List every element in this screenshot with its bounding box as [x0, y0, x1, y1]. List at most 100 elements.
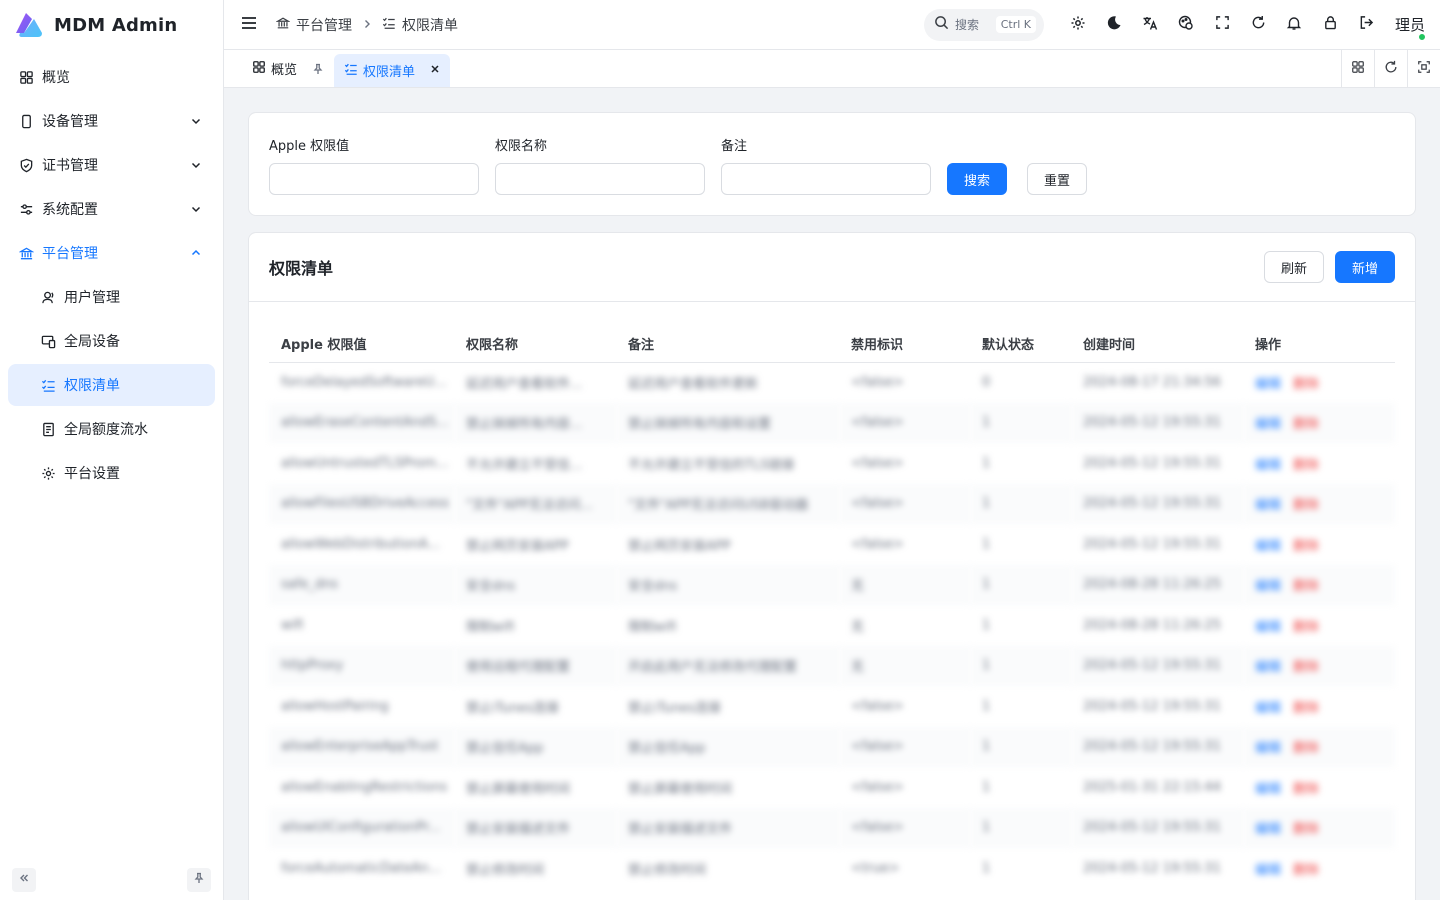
- sliders-icon: [18, 201, 34, 217]
- edit-link[interactable]: 编辑: [1255, 660, 1281, 675]
- filter-label: 权限名称: [495, 139, 548, 154]
- add-permission-button[interactable]: 新增: [1335, 251, 1395, 283]
- tab-bar: 概览 权限清单: [224, 50, 1440, 88]
- edit-link[interactable]: 编辑: [1255, 539, 1281, 554]
- language-button[interactable]: [1132, 7, 1168, 43]
- settings-button[interactable]: [1060, 7, 1096, 43]
- sidebar-item-permission-list[interactable]: 权限清单: [8, 364, 215, 406]
- sidebar-item-label: 平台管理: [42, 246, 98, 262]
- sidebar-item-certificate-management[interactable]: 证书管理: [8, 144, 215, 186]
- menu-toggle-button[interactable]: [240, 16, 258, 34]
- cell-disabled-flag: <false>: [839, 402, 970, 443]
- cell-remark: 禁止修改时间: [628, 862, 707, 878]
- close-icon[interactable]: [430, 63, 440, 78]
- refresh-list-button[interactable]: 刷新: [1264, 251, 1324, 283]
- table-row: forceDelayedSoftwareU... 延迟用户查看软件... 延迟用…: [269, 362, 1395, 403]
- delete-link[interactable]: 删除: [1293, 620, 1319, 635]
- lock-icon: [1323, 15, 1338, 34]
- sidebar-item-quota-ledger[interactable]: 全局额度流水: [8, 408, 215, 450]
- cell-created-at: 2024-05-12 19:55:31: [1071, 726, 1243, 767]
- sidebar-item-overview[interactable]: 概览: [8, 56, 215, 98]
- edit-link[interactable]: 编辑: [1255, 701, 1281, 716]
- tab-maximize-button[interactable]: [1407, 50, 1440, 87]
- delete-link[interactable]: 删除: [1293, 822, 1319, 837]
- delete-link[interactable]: 删除: [1293, 377, 1319, 392]
- permission-name-input[interactable]: [495, 163, 705, 195]
- edit-link[interactable]: 编辑: [1255, 417, 1281, 432]
- color-theme-button[interactable]: [1168, 7, 1204, 43]
- column-header[interactable]: 创建时间: [1071, 325, 1243, 363]
- logout-button[interactable]: [1348, 7, 1384, 43]
- sidebar-item-user-management[interactable]: 用户管理: [8, 276, 215, 318]
- delete-link[interactable]: 删除: [1293, 458, 1319, 473]
- maximize-icon: [1417, 60, 1431, 78]
- cell-remark: 禁止信任App: [616, 726, 839, 767]
- lock-screen-button[interactable]: [1312, 7, 1348, 43]
- cell-default-state: 1: [982, 617, 991, 633]
- delete-link[interactable]: 删除: [1293, 579, 1319, 594]
- grid-icon: [1351, 60, 1365, 78]
- cell-default-state: 1: [970, 726, 1071, 767]
- theme-toggle-button[interactable]: [1096, 7, 1132, 43]
- remark-input[interactable]: [721, 163, 931, 195]
- cell-permission-name: 禁止抹掉所有内容...: [454, 402, 616, 443]
- cell-created-at: 2024-08-28 11:26:25: [1071, 564, 1243, 605]
- delete-link[interactable]: 删除: [1293, 539, 1319, 554]
- checklist-icon: [382, 16, 396, 34]
- notifications-button[interactable]: [1276, 7, 1312, 43]
- pin-sidebar-button[interactable]: [187, 868, 211, 892]
- edit-link[interactable]: 编辑: [1255, 782, 1281, 797]
- edit-link[interactable]: 编辑: [1255, 863, 1281, 878]
- user-avatar[interactable]: 理员: [1394, 8, 1426, 41]
- delete-link[interactable]: 删除: [1293, 701, 1319, 716]
- sidebar-item-platform-settings[interactable]: 平台设置: [8, 452, 215, 494]
- edit-link[interactable]: 编辑: [1255, 822, 1281, 837]
- edit-link[interactable]: 编辑: [1255, 377, 1281, 392]
- apple-permission-input[interactable]: [269, 163, 479, 195]
- search-icon: [934, 15, 949, 34]
- column-header[interactable]: 备注: [616, 325, 839, 363]
- delete-link[interactable]: 删除: [1293, 863, 1319, 878]
- sidebar-item-label: 概览: [42, 70, 70, 86]
- breadcrumb-item-platform[interactable]: 平台管理: [296, 15, 352, 35]
- tab-overview[interactable]: 概览: [242, 50, 334, 87]
- pin-icon[interactable]: [312, 63, 324, 75]
- column-header[interactable]: 禁用标识: [839, 325, 970, 363]
- edit-link[interactable]: 编辑: [1255, 579, 1281, 594]
- brand[interactable]: MDM Admin: [0, 0, 223, 50]
- chevron-up-icon: [189, 246, 203, 260]
- tab-menu-button[interactable]: [1341, 50, 1374, 87]
- column-header[interactable]: 权限名称: [454, 325, 616, 363]
- cell-apple-permission: safe_dns: [269, 564, 454, 605]
- search-button[interactable]: 搜索: [947, 163, 1007, 195]
- filter-card: Apple 权限值 权限名称 备注 搜索 重置: [248, 112, 1416, 216]
- delete-link[interactable]: 删除: [1293, 782, 1319, 797]
- cell-created-at: 2024-05-12 19:55:31: [1083, 698, 1222, 714]
- breadcrumb-item-current: 权限清单: [402, 17, 458, 34]
- filter-label: Apple 权限值: [269, 139, 350, 154]
- fullscreen-button[interactable]: [1204, 7, 1240, 43]
- sidebar-item-device-management[interactable]: 设备管理: [8, 100, 215, 142]
- checklist-icon: [40, 377, 56, 393]
- refresh-button[interactable]: [1240, 7, 1276, 43]
- edit-link[interactable]: 编辑: [1255, 498, 1281, 513]
- tab-refresh-button[interactable]: [1374, 50, 1407, 87]
- edit-link[interactable]: 编辑: [1255, 620, 1281, 635]
- delete-link[interactable]: 删除: [1293, 660, 1319, 675]
- edit-link[interactable]: 编辑: [1255, 458, 1281, 473]
- delete-link[interactable]: 删除: [1293, 417, 1319, 432]
- sidebar-item-global-devices[interactable]: 全局设备: [8, 320, 215, 362]
- search-placeholder: 搜索: [955, 18, 980, 32]
- delete-link[interactable]: 删除: [1293, 498, 1319, 513]
- sidebar-item-system-config[interactable]: 系统配置: [8, 188, 215, 230]
- column-header[interactable]: 默认状态: [970, 325, 1071, 363]
- collapse-sidebar-button[interactable]: [12, 868, 36, 892]
- edit-link[interactable]: 编辑: [1255, 741, 1281, 756]
- delete-link[interactable]: 删除: [1293, 741, 1319, 756]
- global-search[interactable]: 搜索 Ctrl K: [924, 8, 1044, 41]
- sidebar-item-platform-management[interactable]: 平台管理: [8, 232, 215, 274]
- bell-icon: [1286, 15, 1302, 35]
- reset-button[interactable]: 重置: [1027, 163, 1087, 195]
- tab-permission-list[interactable]: 权限清单: [334, 54, 451, 87]
- column-header[interactable]: Apple 权限值: [269, 325, 454, 363]
